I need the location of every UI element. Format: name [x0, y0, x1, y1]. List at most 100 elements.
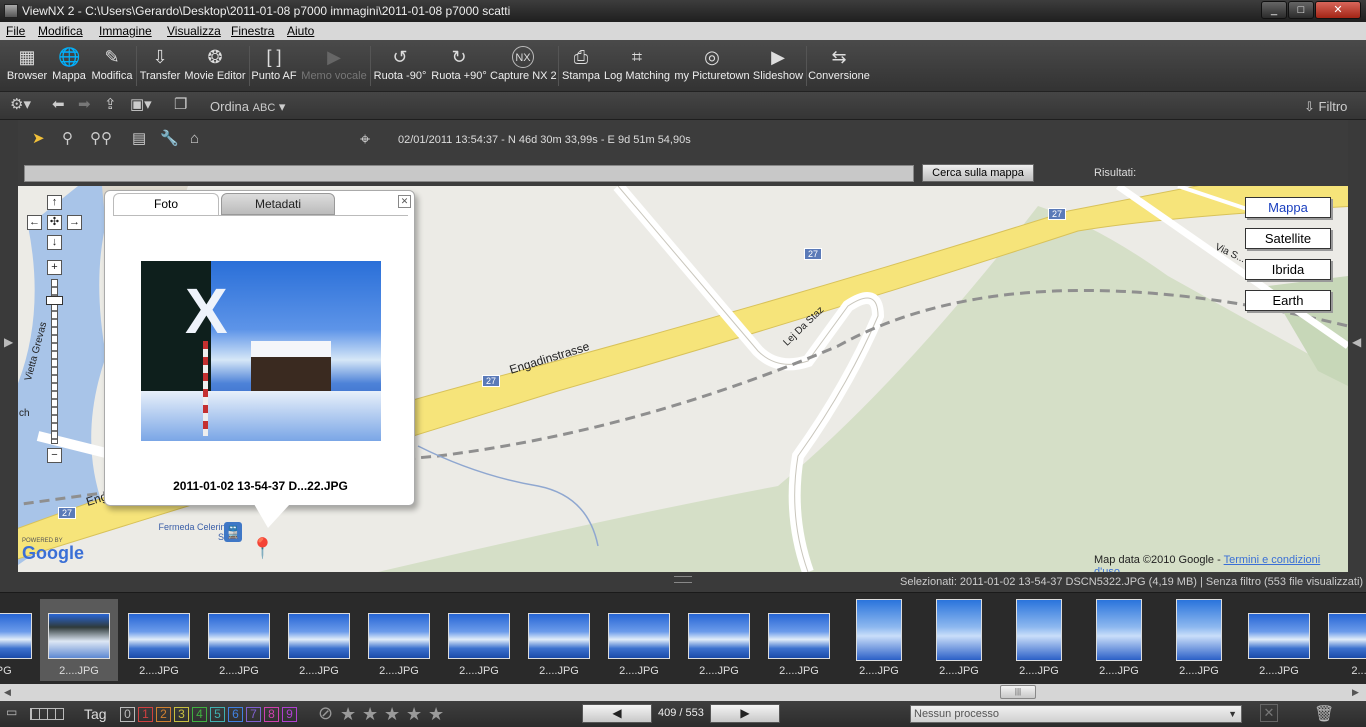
previous-image-button[interactable]: ◀ [582, 704, 652, 723]
scroll-right-icon[interactable]: ▶ [1352, 687, 1359, 698]
thumbnail[interactable]: 2....JPG [920, 599, 998, 681]
menu-modifica[interactable]: Modifica [38, 24, 83, 38]
select-arrow-icon[interactable]: ➤ [32, 130, 45, 148]
close-popup-icon[interactable]: ✕ [398, 195, 411, 208]
workspace-menu-icon[interactable]: ⚙▾ [10, 96, 31, 114]
menu-finestra[interactable]: Finestra [231, 24, 274, 38]
location-pin-icon[interactable]: 📍 [250, 536, 275, 561]
scroll-left-icon[interactable]: ◀ [4, 687, 11, 698]
star-rating-3-icon[interactable]: ★ [384, 704, 400, 725]
photo-preview[interactable]: X [141, 261, 381, 441]
pan-down-button[interactable]: ↓ [47, 235, 62, 250]
stampa-button[interactable]: ⎙ Stampa [561, 46, 601, 82]
thumbnail[interactable]: 2....JPG [440, 599, 518, 681]
thumbnail[interactable]: 2....JPG [840, 599, 918, 681]
tag-7-button[interactable]: 7 [246, 707, 261, 722]
punto-af-button[interactable]: [ ] Punto AF [251, 46, 297, 82]
right-panel-collapse[interactable]: ◀ [1348, 120, 1366, 572]
mappa-button[interactable]: 🌐 Mappa [50, 46, 88, 82]
conversione-button[interactable]: ⇆ Conversione [808, 46, 870, 82]
thumbnail[interactable]: 2... [1320, 599, 1366, 681]
window-icon[interactable]: ❐ [174, 96, 187, 114]
left-panel-collapse[interactable]: ▶ [0, 120, 18, 572]
thumbnail[interactable]: 2....JPG [200, 599, 278, 681]
thumbnail[interactable]: 2....JPG [1080, 599, 1158, 681]
tag-3-button[interactable]: 3 [174, 707, 189, 722]
folder-up-icon[interactable]: ⇪ [104, 96, 117, 114]
favorites-folder-icon[interactable]: ▣▾ [130, 96, 152, 114]
thumbnail-selected[interactable]: 2....JPG [40, 599, 118, 681]
menu-immagine[interactable]: Immagine [99, 24, 152, 38]
forward-arrow-icon[interactable]: ➡ [78, 96, 91, 114]
minimize-button[interactable]: _ [1261, 1, 1287, 19]
thumbnail[interactable]: 2....JPG [760, 599, 838, 681]
map-search-input[interactable] [24, 165, 914, 182]
star-rating-4-icon[interactable]: ★ [406, 704, 422, 725]
thumbnail[interactable]: 2....JPG [600, 599, 678, 681]
thumbnail[interactable]: 2....JPG [1240, 599, 1318, 681]
zoom-slider-handle[interactable] [46, 296, 63, 305]
search-map-button[interactable]: Cerca sulla mappa [922, 164, 1034, 182]
cancel-process-icon[interactable]: ✕ [1260, 704, 1278, 722]
map-type-ibrida[interactable]: Ibrida [1245, 259, 1331, 280]
movie-editor-button[interactable]: ❂ Movie Editor [183, 46, 247, 82]
modifica-button[interactable]: ✎ Modifica [90, 46, 134, 82]
filmstrip-view-icon[interactable] [30, 708, 64, 720]
trash-icon[interactable]: 🗑 [1314, 704, 1334, 724]
thumbnail[interactable]: 2....JPG [680, 599, 758, 681]
menu-file[interactable]: File [6, 24, 25, 38]
process-dropdown[interactable]: Nessun processo ▼ [910, 705, 1242, 723]
browser-button[interactable]: ▦ Browser [6, 46, 48, 82]
track-tool-icon[interactable]: ⚲⚲ [90, 130, 112, 148]
crosshair-icon[interactable]: ⌖ [360, 130, 370, 148]
map-type-earth[interactable]: Earth [1245, 290, 1331, 311]
tag-4-button[interactable]: 4 [192, 707, 207, 722]
thumbnail[interactable]: 2....JPG [120, 599, 198, 681]
rotate-left-button[interactable]: ↺ Ruota -90° [372, 46, 428, 82]
track-log-icon[interactable]: ▤ [132, 130, 146, 148]
log-matching-button[interactable]: ⌗ Log Matching [604, 46, 670, 82]
tag-9-button[interactable]: 9 [282, 707, 297, 722]
next-image-button[interactable]: ▶ [710, 704, 780, 723]
pan-right-button[interactable]: → [67, 215, 82, 230]
back-arrow-icon[interactable]: ⬅ [52, 96, 65, 114]
my-picturetown-button[interactable]: ◎ my Picturetown [674, 46, 750, 82]
capture-nx2-button[interactable]: NX Capture NX 2 [490, 46, 557, 82]
menu-visualizza[interactable]: Visualizza [167, 24, 221, 38]
filter-button[interactable]: ⇩ Filtro [1304, 98, 1347, 116]
pan-center-button[interactable]: ✣ [47, 215, 62, 230]
close-button[interactable]: ✕ [1315, 1, 1361, 19]
rotate-right-button[interactable]: ↻ Ruota +90° [430, 46, 488, 82]
thumbnail[interactable]: 2....JPG [1160, 599, 1238, 681]
memo-vocale-button[interactable]: ▶ Memo vocale [300, 46, 368, 82]
transfer-button[interactable]: ⇩ Transfer [139, 46, 181, 82]
tab-metadati[interactable]: Metadati [221, 193, 335, 215]
maximize-button[interactable]: □ [1288, 1, 1314, 19]
thumbnail[interactable]: 2....JPG [520, 599, 598, 681]
map-type-satellite[interactable]: Satellite [1245, 228, 1331, 249]
pan-up-button[interactable]: ↑ [47, 195, 62, 210]
scroll-thumb[interactable]: ||| [1000, 685, 1036, 699]
map-type-mappa[interactable]: Mappa [1245, 197, 1331, 218]
splitter-handle-icon[interactable] [674, 576, 692, 583]
tag-0-button[interactable]: 0 [120, 707, 135, 722]
thumbnail-size-icon[interactable]: ▭ [6, 705, 17, 719]
tab-foto[interactable]: Foto [113, 193, 219, 215]
tag-2-button[interactable]: 2 [156, 707, 171, 722]
tag-1-button[interactable]: 1 [138, 707, 153, 722]
thumbnail[interactable]: 2....JPG [360, 599, 438, 681]
slideshow-button[interactable]: ▶ Slideshow [752, 46, 804, 82]
tag-5-button[interactable]: 5 [210, 707, 225, 722]
zoom-in-button[interactable]: + [47, 260, 62, 275]
sort-menu[interactable]: Ordina ABC ▾ [210, 98, 285, 117]
settings-wrench-icon[interactable]: 🔧 [160, 130, 179, 148]
star-rating-1-icon[interactable]: ★ [340, 704, 356, 725]
pin-tool-icon[interactable]: ⚲ [62, 130, 73, 148]
star-rating-2-icon[interactable]: ★ [362, 704, 378, 725]
home-icon[interactable]: ⌂ [190, 130, 199, 148]
tag-6-button[interactable]: 6 [228, 707, 243, 722]
menu-aiuto[interactable]: Aiuto [287, 24, 314, 38]
star-rating-5-icon[interactable]: ★ [428, 704, 444, 725]
zoom-out-button[interactable]: − [47, 448, 62, 463]
horizontal-scrollbar[interactable]: ◀ ||| ▶ [0, 684, 1366, 701]
